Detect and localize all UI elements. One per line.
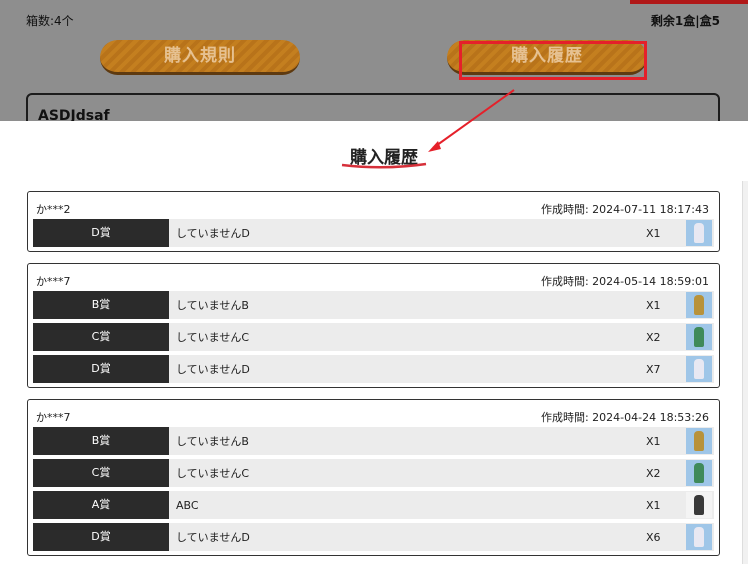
prize-name: ABC <box>176 498 199 512</box>
figure-image <box>694 359 704 379</box>
prize-row: B賞 していませんB X1 <box>33 427 714 455</box>
order-user: か***2 <box>36 203 71 216</box>
prize-row: C賞 していませんC X2 <box>33 323 714 351</box>
prize-quantity: X1 <box>646 434 661 448</box>
figure-image <box>694 327 704 347</box>
title-underline-decoration <box>341 162 427 169</box>
order-header: か***7 作成時間: 2024-05-14 18:59:01 <box>28 264 719 291</box>
box-count: 箱数:4个 <box>26 14 74 28</box>
order-created-time: 作成時間: 2024-04-24 18:53:26 <box>540 411 709 424</box>
prize-thumbnail[interactable] <box>686 460 712 486</box>
prize-quantity: X2 <box>646 466 661 480</box>
prize-row: D賞 していませんD X6 <box>33 523 714 551</box>
figure-image <box>694 223 704 243</box>
prize-name: していませんC <box>176 467 250 480</box>
highlight-box <box>459 41 647 80</box>
figure-image <box>694 463 704 483</box>
prize-grade: A賞 <box>33 491 169 519</box>
prize-grade: C賞 <box>33 459 169 487</box>
prize-quantity: X1 <box>646 498 661 512</box>
prize-name: していませんB <box>176 435 249 448</box>
prize-row: A賞 ABC X1 <box>33 491 714 519</box>
prize-grade: C賞 <box>33 323 169 351</box>
order-card: か***7 作成時間: 2024-05-14 18:59:01 B賞 していませんB X… <box>27 263 720 388</box>
figure-image <box>694 295 704 315</box>
prize-grade: D賞 <box>33 219 169 247</box>
prize-thumbnail[interactable] <box>686 356 712 382</box>
prize-quantity: X6 <box>646 530 661 544</box>
prize-quantity: X2 <box>646 330 661 344</box>
figure-image <box>694 431 704 451</box>
order-card: か***2 作成時間: 2024-07-11 18:17:43 D賞 していませんD X… <box>27 191 720 252</box>
prize-thumbnail[interactable] <box>686 220 712 246</box>
prize-name: していませんB <box>176 299 249 312</box>
order-user: か***7 <box>36 411 71 424</box>
prize-row: B賞 していませんB X1 <box>33 291 714 319</box>
prize-grade: B賞 <box>33 291 169 319</box>
prize-grade: B賞 <box>33 427 169 455</box>
prize-name: していませんD <box>176 363 250 376</box>
prize-quantity: X1 <box>646 298 661 312</box>
prize-name: していませんC <box>176 331 250 344</box>
prize-row: D賞 していませんD X7 <box>33 355 714 383</box>
prize-thumbnail[interactable] <box>686 524 712 550</box>
prize-row: D賞 していませんD X1 <box>33 219 714 247</box>
prize-thumbnail[interactable] <box>686 292 712 318</box>
order-header: か***2 作成時間: 2024-07-11 18:17:43 <box>28 192 719 219</box>
order-user: か***7 <box>36 275 71 288</box>
order-card: か***7 作成時間: 2024-04-24 18:53:26 B賞 していませんB X… <box>27 399 720 556</box>
order-header: か***7 作成時間: 2024-04-24 18:53:26 <box>28 400 719 427</box>
prize-thumbnail[interactable] <box>686 428 712 454</box>
prize-name: していませんD <box>176 531 250 544</box>
order-created-time: 作成時間: 2024-07-11 18:17:43 <box>540 203 709 216</box>
top-tab-edge <box>630 0 748 4</box>
prize-grade: D賞 <box>33 355 169 383</box>
order-created-time: 作成時間: 2024-05-14 18:59:01 <box>540 275 709 288</box>
remaining-count: 剩余1盒|盒5 <box>650 14 720 28</box>
modal-scrollbar[interactable] <box>742 181 748 564</box>
prize-quantity: X7 <box>646 362 661 376</box>
prize-thumbnail[interactable] <box>686 492 712 518</box>
prize-grade: D賞 <box>33 523 169 551</box>
prize-name: していませんD <box>176 227 250 240</box>
figure-image <box>694 495 704 515</box>
figure-image <box>694 527 704 547</box>
prize-row: C賞 していませんC X2 <box>33 459 714 487</box>
prize-thumbnail[interactable] <box>686 324 712 350</box>
prize-quantity: X1 <box>646 226 661 240</box>
purchase-rules-button[interactable]: 購入規則 <box>100 40 300 75</box>
